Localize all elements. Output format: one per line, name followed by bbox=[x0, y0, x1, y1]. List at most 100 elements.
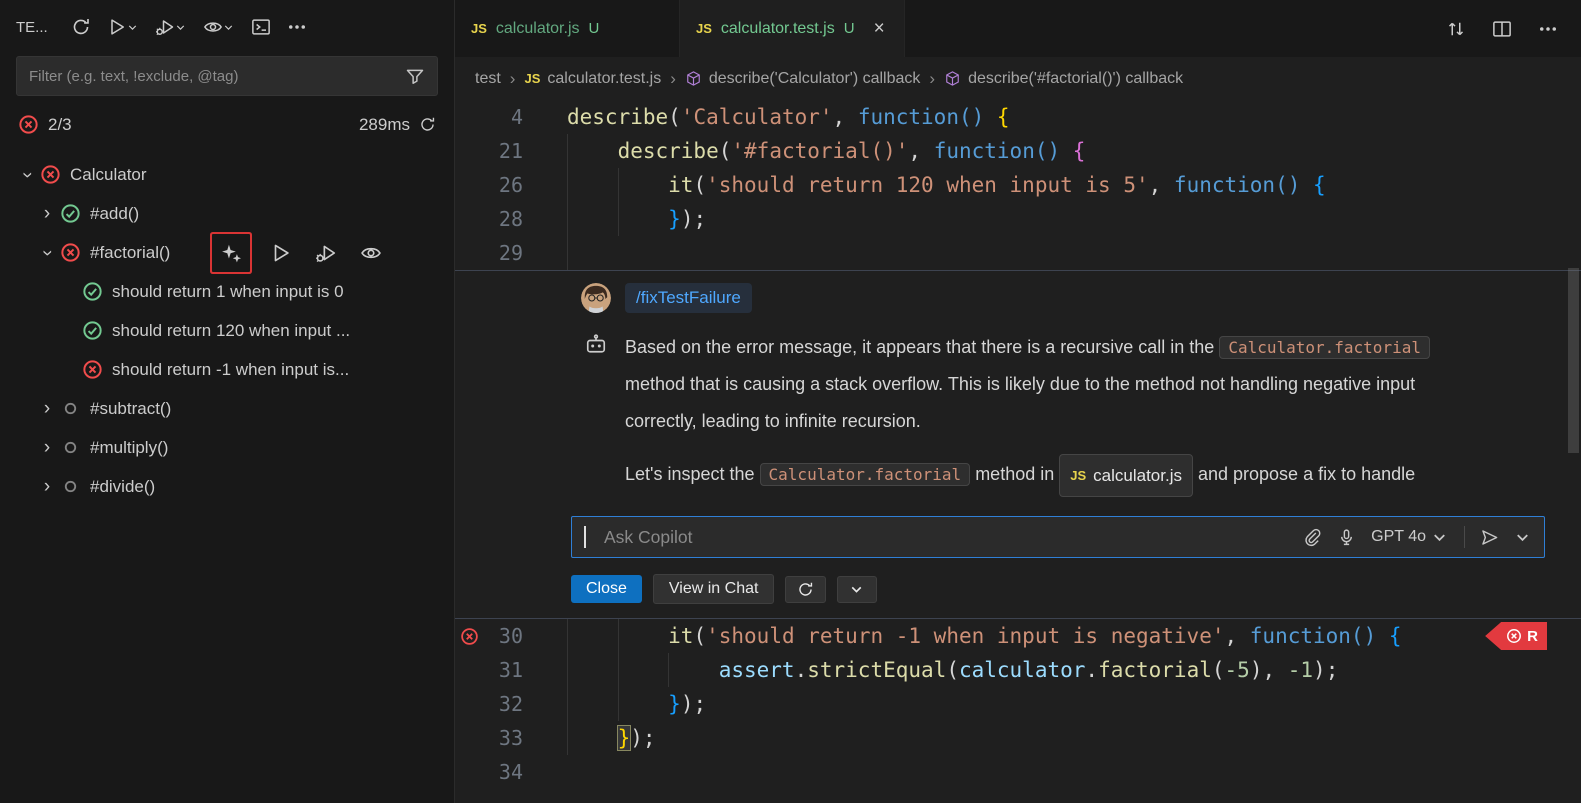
code-line[interactable]: 28 }); bbox=[455, 202, 1581, 236]
chat-action-buttons: Close View in Chat bbox=[571, 574, 1545, 604]
inline-code-chip: Calculator.factorial bbox=[1219, 336, 1430, 359]
line-number: 31 bbox=[483, 658, 523, 682]
tab-calculator-js[interactable]: JS calculator.js U bbox=[455, 0, 680, 57]
run-test-button[interactable] bbox=[267, 239, 295, 267]
model-picker[interactable]: GPT 4o bbox=[1371, 528, 1449, 547]
compare-button[interactable] bbox=[1443, 16, 1469, 42]
attach-context-icon[interactable] bbox=[1303, 528, 1322, 547]
code-block-top: 4describe('Calculator', function() {21 d… bbox=[455, 100, 1581, 270]
split-editor-button[interactable] bbox=[1489, 16, 1515, 42]
test-name: should return 120 when input ... bbox=[112, 321, 350, 341]
code-line[interactable]: 33 }); bbox=[455, 721, 1581, 755]
test-tree-item[interactable]: › #factorial() bbox=[0, 233, 454, 272]
breadcrumb-label: describe('Calculator') callback bbox=[709, 70, 921, 88]
chat-response-row-2: Let's inspect the Calculator.factorial m… bbox=[581, 454, 1545, 502]
breadcrumb-item[interactable]: JScalculator.test.js bbox=[524, 70, 661, 88]
failure-flag-label: R bbox=[1527, 628, 1538, 645]
test-explorer-toolbar bbox=[68, 14, 310, 40]
breadcrumb-item[interactable]: describe('Calculator') callback bbox=[685, 70, 921, 88]
code-text: it('should return -1 when input is negat… bbox=[567, 624, 1402, 648]
watch-button[interactable] bbox=[200, 14, 238, 40]
twisty-collapsed-icon[interactable]: › bbox=[34, 476, 60, 498]
more-icon bbox=[1538, 19, 1558, 39]
scrollbar-thumb[interactable] bbox=[1568, 268, 1579, 453]
test-name: #multiply() bbox=[90, 438, 168, 458]
refresh-button[interactable] bbox=[68, 14, 94, 40]
twisty-collapsed-icon[interactable]: › bbox=[34, 203, 60, 225]
breadcrumb-item[interactable]: describe('#factorial()') callback bbox=[944, 70, 1183, 88]
twisty-expanded-icon[interactable]: › bbox=[16, 162, 38, 188]
line-number: 33 bbox=[483, 726, 523, 750]
test-name: should return -1 when input is... bbox=[112, 360, 349, 380]
breadcrumb-label: test bbox=[475, 70, 501, 88]
test-tree-item[interactable]: should return 1 when input is 0 bbox=[0, 272, 454, 311]
twisty-collapsed-icon[interactable]: › bbox=[34, 398, 60, 420]
close-tab-icon[interactable]: × bbox=[874, 19, 885, 38]
breadcrumb-item[interactable]: test bbox=[475, 70, 501, 88]
debug-all-button[interactable] bbox=[152, 14, 190, 40]
file-reference-chip[interactable]: JScalculator.js bbox=[1059, 454, 1193, 497]
chat-response-text-clipped: Let's inspect the Calculator.factorial m… bbox=[625, 454, 1455, 502]
editor-scrollbar[interactable] bbox=[1566, 0, 1581, 803]
line-number: 32 bbox=[483, 692, 523, 716]
fail-icon bbox=[82, 359, 103, 380]
test-name: #factorial() bbox=[90, 243, 170, 263]
tab-calculator-test-js[interactable]: JS calculator.test.js U × bbox=[680, 0, 905, 57]
code-line[interactable]: 21 describe('#factorial()', function() { bbox=[455, 134, 1581, 168]
regenerate-button[interactable] bbox=[785, 576, 826, 603]
test-results-count: 2/3 bbox=[48, 115, 72, 135]
microphone-icon[interactable] bbox=[1337, 528, 1356, 547]
goto-test-button[interactable] bbox=[357, 239, 385, 267]
text-cursor bbox=[584, 526, 586, 548]
twisty-collapsed-icon[interactable]: › bbox=[34, 437, 60, 459]
code-line[interactable]: 30 it('should return -1 when input is ne… bbox=[455, 619, 1581, 653]
rerun-icon[interactable] bbox=[419, 116, 436, 133]
code-text: }); bbox=[567, 207, 706, 231]
test-tree-item[interactable]: ›#add() bbox=[0, 194, 454, 233]
code-line[interactable]: 34 bbox=[455, 755, 1581, 789]
send-icon[interactable] bbox=[1480, 528, 1499, 547]
output-terminal-button[interactable] bbox=[248, 14, 274, 40]
line-number: 29 bbox=[483, 241, 523, 265]
goto-test-icon bbox=[360, 242, 382, 264]
filter-icon[interactable] bbox=[405, 66, 425, 86]
chat-response-row: Based on the error message, it appears t… bbox=[581, 329, 1545, 440]
twisty-expanded-icon[interactable]: › bbox=[36, 240, 58, 266]
chevron-down-icon[interactable] bbox=[1513, 528, 1532, 547]
test-tree-item[interactable]: › #subtract() bbox=[0, 389, 454, 428]
copilot-input[interactable]: Ask Copilot GPT 4o bbox=[571, 516, 1545, 558]
divider bbox=[1464, 526, 1465, 548]
test-tree-item[interactable]: should return -1 when input is... bbox=[0, 350, 454, 389]
more-button[interactable] bbox=[284, 14, 310, 40]
model-label: GPT 4o bbox=[1371, 528, 1426, 546]
sparkle-fix-button[interactable] bbox=[217, 239, 245, 267]
inline-code-chip: Calculator.factorial bbox=[760, 463, 971, 486]
close-button[interactable]: Close bbox=[571, 575, 642, 603]
test-tree-item[interactable]: › #multiply() bbox=[0, 428, 454, 467]
test-tree-item[interactable]: should return 120 when input ... bbox=[0, 311, 454, 350]
more-icon bbox=[287, 17, 307, 37]
editor-group: JS calculator.js U JS calculator.test.js… bbox=[455, 0, 1581, 803]
test-name: #subtract() bbox=[90, 399, 171, 419]
refresh-icon bbox=[797, 581, 814, 598]
run-all-button[interactable] bbox=[104, 14, 142, 40]
view-in-chat-button[interactable]: View in Chat bbox=[653, 574, 775, 604]
test-failure-flag[interactable]: R bbox=[1485, 622, 1547, 650]
panel-title: TE... bbox=[16, 19, 48, 36]
more-options-button[interactable] bbox=[837, 576, 877, 603]
slash-command-chip[interactable]: /fixTestFailure bbox=[625, 283, 752, 313]
error-marker-icon[interactable] bbox=[455, 627, 483, 646]
code-line[interactable]: 32 }); bbox=[455, 687, 1581, 721]
chevron-down-icon bbox=[174, 21, 187, 34]
code-line[interactable]: 26 it('should return 120 when input is 5… bbox=[455, 168, 1581, 202]
test-filter-input[interactable]: Filter (e.g. text, !exclude, @tag) bbox=[16, 56, 438, 96]
code-line[interactable]: 29 bbox=[455, 236, 1581, 270]
test-tree-item[interactable]: ›#divide() bbox=[0, 467, 454, 506]
code-line[interactable]: 31 assert.strictEqual(calculator.factori… bbox=[455, 653, 1581, 687]
not-run-icon bbox=[60, 476, 81, 497]
debug-test-icon bbox=[315, 242, 337, 264]
debug-test-button[interactable] bbox=[312, 239, 340, 267]
more-button[interactable] bbox=[1535, 16, 1561, 42]
code-line[interactable]: 4describe('Calculator', function() { bbox=[455, 100, 1581, 134]
test-tree-item[interactable]: ›Calculator bbox=[0, 155, 454, 194]
